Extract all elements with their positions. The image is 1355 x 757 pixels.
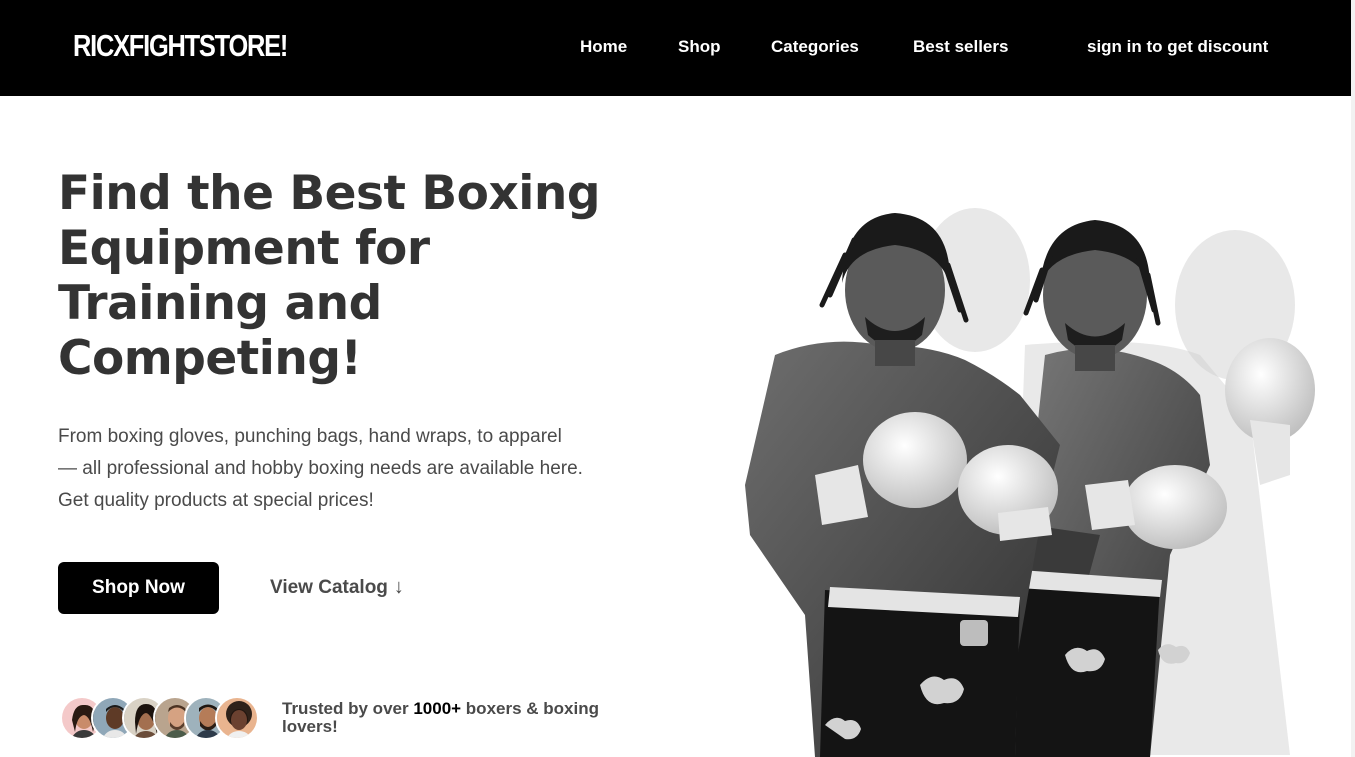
hero-description-line: From boxing gloves, punching bags, hand …	[58, 426, 562, 447]
view-catalog-label: View Catalog	[270, 576, 388, 598]
hero-title: Find the Best Boxing Equipment for Train…	[58, 166, 658, 386]
hero-title-line: Competing!	[58, 331, 362, 386]
boxers-hero-image	[730, 195, 1320, 757]
hero-title-line: Equipment for	[58, 221, 430, 276]
hero-description: From boxing gloves, punching bags, hand …	[58, 421, 638, 517]
scrollbar-track[interactable]	[1351, 0, 1355, 757]
arrow-down-icon: ↓	[393, 576, 404, 598]
trust-count: 1000+	[413, 699, 462, 718]
hero-title-line: Find the Best Boxing	[58, 166, 601, 221]
nav-categories[interactable]: Categories	[771, 37, 859, 57]
hero-description-line: Get quality products at special prices!	[58, 490, 374, 511]
trust-prefix: Trusted by over	[282, 699, 414, 718]
hero-description-line: — all professional and hobby boxing need…	[58, 458, 583, 479]
customer-avatars	[60, 696, 270, 740]
brand-logo[interactable]: RICXFIGHTSTORE!	[73, 28, 288, 64]
top-navbar: RICXFIGHTSTORE! Home Shop Categories Bes…	[0, 0, 1351, 96]
hero-title-line: Training and	[58, 276, 382, 331]
avatar	[215, 696, 259, 740]
shop-now-button[interactable]: Shop Now	[58, 562, 219, 614]
nav-best-sellers[interactable]: Best sellers	[913, 37, 1008, 57]
nav-signin-discount[interactable]: sign in to get discount	[1087, 37, 1268, 57]
nav-home[interactable]: Home	[580, 37, 627, 57]
view-catalog-link[interactable]: View Catalog ↓	[270, 576, 404, 599]
trust-text: Trusted by over 1000+ boxers & boxing lo…	[282, 700, 642, 736]
nav-shop[interactable]: Shop	[678, 37, 721, 57]
